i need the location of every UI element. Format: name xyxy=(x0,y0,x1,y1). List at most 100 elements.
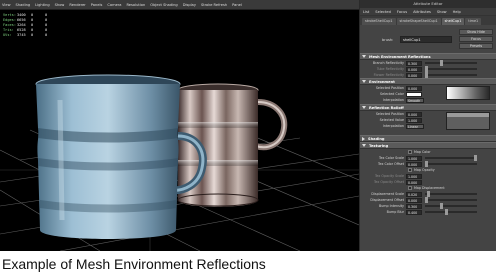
scene-canvas[interactable] xyxy=(0,10,359,251)
attribute-label: Displacement Scale xyxy=(371,192,404,196)
attribute-field[interactable]: 0.300 xyxy=(406,60,422,66)
attribute-label: Selected Position xyxy=(375,112,404,116)
menu-stroke-refresh[interactable]: Stroke Refresh xyxy=(201,3,227,7)
interpolation-dropdown[interactable]: Linear xyxy=(406,123,424,129)
expand-triangle-icon xyxy=(362,144,366,147)
attribute-label: Bump Intensity xyxy=(378,204,404,208)
menu-lighting[interactable]: Lighting xyxy=(35,3,50,7)
node-name-label: brush: xyxy=(382,38,394,42)
attribute-label: Tube Reflectivity xyxy=(376,67,404,71)
section-title: Environment xyxy=(369,79,395,84)
focus-button[interactable]: Focus xyxy=(459,36,493,42)
menu-display[interactable]: Display xyxy=(183,3,196,7)
rolloff-block: Selected Position 0.000 Selected Value 1.0… xyxy=(360,111,496,132)
attribute-slider[interactable] xyxy=(425,191,477,197)
interpolation-dropdown[interactable]: Smooth xyxy=(406,97,424,103)
menu-focus[interactable]: Focus xyxy=(397,10,407,14)
section-texturing[interactable]: Texturing xyxy=(360,142,496,149)
attribute-slider[interactable] xyxy=(425,72,477,78)
attribute-field[interactable]: 0.020 xyxy=(406,191,422,197)
attribute-editor-menubar: List Selected Focus Attributes Show Help xyxy=(360,8,496,16)
expand-triangle-icon xyxy=(362,106,366,109)
attribute-slider[interactable] xyxy=(425,155,477,161)
hud-label: UVs: xyxy=(3,33,12,37)
attribute-slider[interactable] xyxy=(425,203,477,209)
environment-color-ramp[interactable] xyxy=(446,86,490,100)
attribute-field[interactable]: 0.000 xyxy=(406,66,422,72)
hud-value: 0 xyxy=(45,33,48,37)
section-environment[interactable]: Environment xyxy=(360,78,496,85)
attribute-label: Tex Color Offset xyxy=(378,162,404,166)
menu-view[interactable]: View xyxy=(2,3,11,7)
section-title: Mesh Environment Reflections xyxy=(369,54,431,59)
presets-button[interactable]: Presets xyxy=(459,43,493,49)
menu-shading[interactable]: Shading xyxy=(16,3,31,7)
attribute-field[interactable]: 0.300 xyxy=(406,203,422,209)
menu-list[interactable]: List xyxy=(363,10,369,14)
tab-stroke-shell-cup[interactable]: strokeShellCup1 xyxy=(362,18,396,25)
section-mesh-env-reflections[interactable]: Mesh Environment Reflections xyxy=(360,53,496,60)
menu-panel[interactable]: Panel xyxy=(232,3,242,7)
attribute-editor: Attribute Editor List Selected Focus Att… xyxy=(359,0,496,251)
attribute-field[interactable]: 0.000 xyxy=(406,85,422,91)
3d-viewport[interactable]: View Shading Lighting Show Renderer Pane… xyxy=(0,0,359,251)
attribute-slider[interactable] xyxy=(425,66,477,72)
viewport-menubar: View Shading Lighting Show Renderer Pane… xyxy=(0,0,359,10)
attribute-field[interactable]: 1.000 xyxy=(406,117,422,123)
attribute-slider[interactable] xyxy=(425,197,477,203)
attribute-label: Tex Opacity Scale xyxy=(374,174,404,178)
show-hide-button[interactable]: Show Hide xyxy=(459,29,493,35)
blue-cup[interactable] xyxy=(35,74,207,239)
attribute-label: Tex Opacity Offset xyxy=(373,180,404,184)
attribute-label: Tex Color Scale xyxy=(379,156,404,160)
attribute-field[interactable]: 0.000 xyxy=(406,111,422,117)
slider-knob[interactable] xyxy=(425,72,428,78)
attribute-field[interactable]: 0.000 xyxy=(406,72,422,78)
hud-value: 3745 xyxy=(17,33,26,37)
menu-show[interactable]: Show xyxy=(55,3,65,7)
environment-block: Selected Position 0.000 Selected Color In… xyxy=(360,85,496,104)
attribute-slider[interactable] xyxy=(425,209,477,215)
attribute-row: Flower Reflectivity 0.000 xyxy=(360,72,496,78)
attribute-editor-title: Attribute Editor xyxy=(360,0,496,8)
hud-value: 0 xyxy=(31,33,34,37)
attribute-field[interactable]: 0.000 xyxy=(406,161,422,167)
section-reflection-rolloff[interactable]: Reflection Rolloff xyxy=(360,104,496,111)
tab-time[interactable]: time1 xyxy=(465,18,482,25)
attribute-label: Selected Position xyxy=(375,86,404,90)
section-shading[interactable]: Shading xyxy=(360,135,496,142)
slider-knob[interactable] xyxy=(445,209,448,215)
map-opacity-checkbox[interactable] xyxy=(408,168,412,172)
section-title: Texturing xyxy=(369,143,389,148)
node-name-field[interactable]: shellCup1 xyxy=(400,36,452,43)
hud-row: UVs: 3745 0 0 xyxy=(3,33,55,38)
attribute-slider[interactable] xyxy=(425,161,477,167)
menu-camera[interactable]: Camera xyxy=(107,3,121,7)
attribute-field[interactable]: 1.000 xyxy=(406,155,422,161)
rolloff-graph[interactable] xyxy=(446,112,490,130)
collapse-triangle-icon xyxy=(362,136,365,141)
menu-help[interactable]: Help xyxy=(453,10,461,14)
attribute-field[interactable]: 1.000 xyxy=(406,173,422,179)
tab-stroke-shape-shell-cup[interactable]: strokeShapeShellCup1 xyxy=(396,18,441,25)
color-swatch[interactable] xyxy=(406,91,422,97)
map-color-checkbox[interactable] xyxy=(408,150,412,154)
attribute-slider[interactable] xyxy=(425,60,477,66)
map-displacement-checkbox[interactable] xyxy=(408,186,412,190)
tab-shell-cup[interactable]: shellCup1 xyxy=(441,18,465,25)
attribute-field[interactable]: 0.000 xyxy=(406,197,422,203)
attribute-label: Flower Reflectivity xyxy=(373,73,404,77)
menu-show[interactable]: Show xyxy=(437,10,447,14)
attribute-field[interactable]: 0.000 xyxy=(406,179,422,185)
attribute-field[interactable]: 0.400 xyxy=(406,209,422,215)
menu-selected[interactable]: Selected xyxy=(375,10,391,14)
menu-attributes[interactable]: Attributes xyxy=(413,10,431,14)
menu-object-shading[interactable]: Object Shading xyxy=(150,3,177,7)
expand-triangle-icon xyxy=(362,55,366,58)
attribute-label: Displacement Offset xyxy=(370,198,404,202)
attribute-label: Selected Color xyxy=(380,92,404,96)
menu-panels[interactable]: Panels xyxy=(91,3,103,7)
menu-renderer[interactable]: Renderer xyxy=(69,3,85,7)
attribute-label: Selected Value xyxy=(379,118,404,122)
menu-resolution[interactable]: Resolution xyxy=(126,3,145,7)
